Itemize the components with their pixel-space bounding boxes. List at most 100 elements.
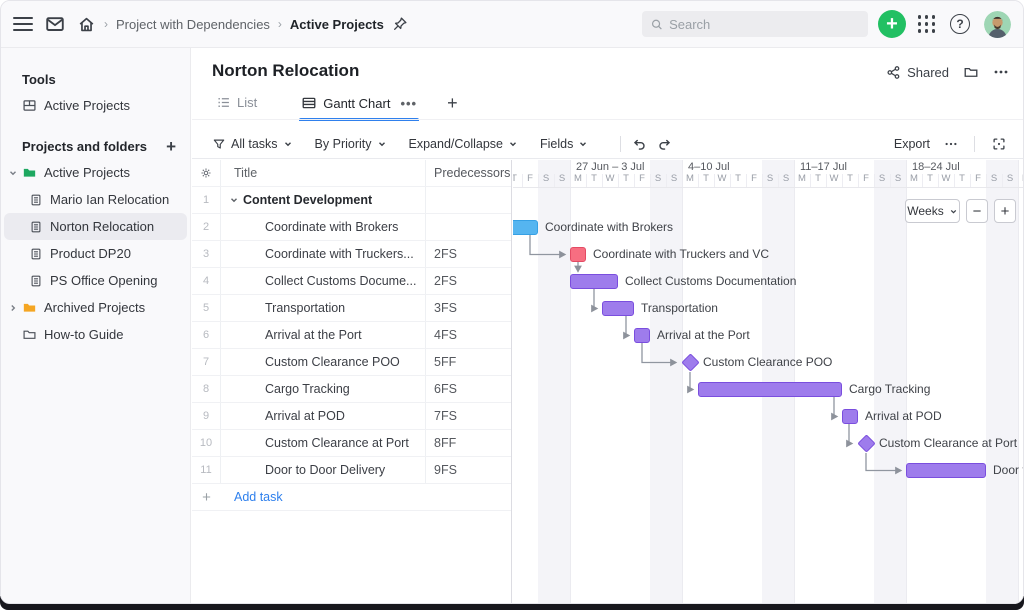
add-project-icon[interactable]: + [166,138,176,155]
predecessors-cell[interactable]: 5FF [426,355,511,369]
sidebar-item-active-projects[interactable]: Active Projects [4,159,187,186]
gantt-bar-door-to-door-delivery[interactable] [906,463,986,478]
apps-grid-icon[interactable] [918,15,936,33]
expand-collapse-dropdown[interactable]: Expand/Collapse [409,137,519,151]
list-icon [216,95,231,110]
task-title-cell[interactable]: Cargo Tracking [221,376,426,402]
collapse-group-icon[interactable] [229,195,239,205]
add-view-button[interactable]: + [447,92,458,114]
sidebar-item-label: PS Office Opening [50,273,157,288]
sort-dropdown[interactable]: By Priority [315,137,387,151]
task-title: Door to Door Delivery [265,463,385,477]
task-title-cell[interactable]: Custom Clearance at Port [221,430,426,456]
fields-dropdown[interactable]: Fields [540,137,588,151]
table-settings-cell[interactable] [192,160,221,186]
sidebar-item-ps-office-opening[interactable]: PS Office Opening [4,267,187,294]
sidebar-item-active-projects-tool[interactable]: Active Projects [4,92,187,119]
task-title-cell[interactable]: Door to Door Delivery [221,457,426,483]
row-number: 9 [192,403,221,429]
sidebar-item-norton-relocation[interactable]: Norton Relocation [4,213,187,240]
avatar[interactable] [984,11,1011,38]
row-number: 2 [192,214,221,240]
tab-gantt-chart[interactable]: Gantt Chart ••• [299,92,419,121]
search-box[interactable] [642,11,868,37]
gantt-bar-label: Custom Clearance POO [703,355,832,370]
predecessors-cell[interactable]: 9FS [426,463,511,477]
chevron-down-icon[interactable] [8,168,18,178]
page-title[interactable]: Norton Relocation [212,61,359,81]
column-header-predecessors[interactable]: Predecessors [426,166,511,180]
predecessors-cell[interactable]: 2FS [426,274,511,288]
task-title-cell[interactable]: Collect Customs Docume... [221,268,426,294]
home-icon[interactable] [77,15,96,34]
share-button[interactable]: Shared [886,65,949,80]
create-button[interactable]: + [878,10,906,38]
predecessors-cell[interactable]: 2FS [426,247,511,261]
undo-button[interactable] [631,136,647,152]
predecessors-cell[interactable]: 6FS [426,382,511,396]
task-title: Cargo Tracking [265,382,350,396]
timescale-value: Weeks [907,204,943,218]
breadcrumb-current[interactable]: Active Projects [290,17,384,32]
sidebar-item-mario-ian-relocation[interactable]: Mario Ian Relocation [4,186,187,213]
task-title: Custom Clearance at Port [265,436,409,450]
inbox-icon[interactable] [45,14,65,34]
sidebar-item-product-dp20[interactable]: Product DP20 [4,240,187,267]
column-header-title[interactable]: Title [221,160,426,186]
filter-tasks-dropdown[interactable]: All tasks [212,137,293,151]
task-title-cell[interactable]: Coordinate with Truckers... [221,241,426,267]
predecessors-cell[interactable]: 7FS [426,409,511,423]
zoom-out-button[interactable]: − [966,199,988,223]
redo-button[interactable] [657,136,673,152]
task-title-cell[interactable]: Transportation [221,295,426,321]
task-title-cell[interactable]: Arrival at POD [221,403,426,429]
tab-options-icon[interactable]: ••• [400,96,417,111]
task-title-cell[interactable]: Arrival at the Port [221,322,426,348]
predecessors-cell[interactable]: 8FF [426,436,511,450]
gantt-bar-arrival-at-the-port[interactable] [634,328,650,343]
timescale-select[interactable]: Weeks [905,199,960,223]
predecessors-cell[interactable]: 3FS [426,301,511,315]
export-button[interactable]: Export [894,137,930,151]
table-row: 9Arrival at POD7FS [192,403,511,430]
gantt-bar-collect-customs-documentation[interactable] [570,274,618,289]
folder-icon [22,300,37,315]
gantt-bar-label: Coordinate with Brokers [545,220,673,235]
pin-icon[interactable] [392,16,408,32]
fullscreen-button[interactable] [991,136,1007,152]
day-letter: F [634,173,650,184]
day-letter: W [602,173,618,184]
predecessors-cell[interactable]: 4FS [426,328,511,342]
gantt-bar-arrival-at-pod[interactable] [842,409,858,424]
gantt-bar-coordinate-with-truckers-and-vc[interactable] [570,247,586,262]
sidebar-item-archived-projects[interactable]: Archived Projects [4,294,187,321]
sidebar-item-how-to-guide[interactable]: How-to Guide [4,321,187,348]
table-row: 7Custom Clearance POO5FF [192,349,511,376]
document-icon [29,220,43,234]
breadcrumb-project[interactable]: Project with Dependencies [116,17,270,32]
app-window: › Project with Dependencies › Active Pro… [0,0,1024,604]
gantt-bar-transportation[interactable] [602,301,634,316]
zoom-in-button[interactable]: + [994,199,1016,223]
table-row: 5Transportation3FS [192,295,511,322]
tab-list[interactable]: List [214,92,259,120]
gantt-milestone-custom-clearance-poo[interactable] [681,353,699,371]
toolbar-more-button[interactable] [944,137,958,151]
task-title-cell[interactable]: Content Development [221,187,426,213]
help-icon[interactable]: ? [950,14,970,34]
project-more-button[interactable] [993,64,1009,80]
day-letter: T [586,173,602,184]
menu-icon[interactable] [13,17,33,31]
add-task-row[interactable]: + Add task [192,484,511,511]
task-title-cell[interactable]: Custom Clearance POO [221,349,426,375]
folder-info-button[interactable] [963,64,979,80]
chevron-right-icon[interactable] [8,303,18,313]
task-title-cell[interactable]: Coordinate with Brokers [221,214,426,240]
day-letter: M [906,173,922,184]
add-task-button[interactable]: Add task [221,490,283,504]
search-input[interactable] [669,17,860,32]
gantt-bar-coordinate-with-brokers[interactable] [513,220,538,235]
search-icon [650,17,664,32]
gantt-bar-cargo-tracking[interactable] [698,382,842,397]
gantt-milestone-custom-clearance-at-port[interactable] [857,434,875,452]
